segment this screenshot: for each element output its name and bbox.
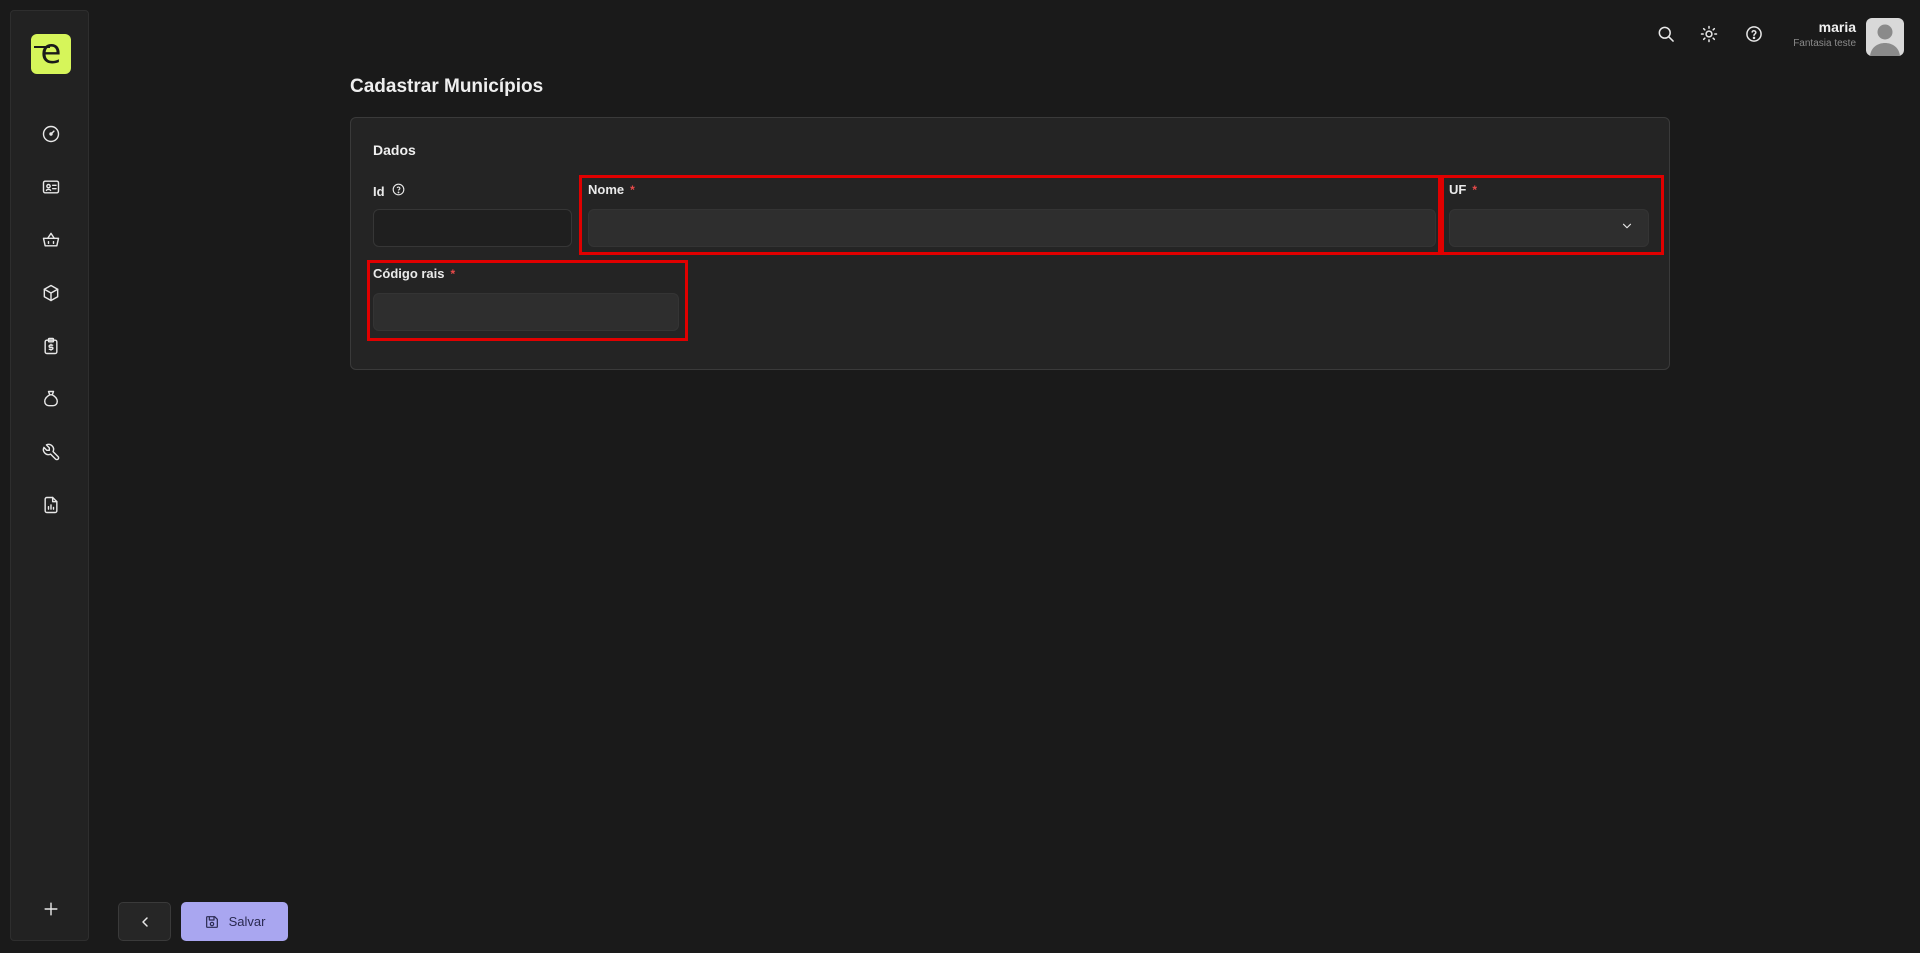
required-mark: *: [1472, 182, 1478, 197]
required-mark: *: [630, 182, 635, 197]
logo-bar: [34, 46, 50, 48]
id-label: Id: [373, 182, 406, 200]
sidebar-item-cadastros[interactable]: [37, 173, 65, 201]
help-button[interactable]: [1740, 20, 1768, 48]
add-button[interactable]: [37, 895, 65, 923]
help-icon: [1746, 26, 1762, 42]
sidebar-item-produtos[interactable]: [37, 279, 65, 307]
avatar-icon: [1870, 24, 1900, 56]
user-company: Fantasia teste: [1793, 38, 1856, 49]
theme-toggle-button[interactable]: [1695, 20, 1723, 48]
sidebar-item-vendas[interactable]: [37, 226, 65, 254]
sidebar: e: [10, 10, 89, 941]
search-button[interactable]: [1652, 20, 1680, 48]
report-icon: [44, 496, 58, 514]
sidebar-item-relatorios[interactable]: [37, 491, 65, 519]
sun-icon: [1700, 25, 1718, 43]
avatar[interactable]: [1866, 18, 1904, 56]
chevron-down-icon: [1620, 219, 1634, 238]
box-icon: [43, 284, 59, 302]
page-title: Cadastrar Municípios: [350, 76, 544, 97]
uf-select[interactable]: [1449, 209, 1649, 247]
clipboard-dollar-icon: [44, 337, 58, 355]
required-mark: *: [450, 266, 456, 281]
money-bag-icon: [44, 390, 58, 407]
nome-label-text: Nome: [588, 182, 625, 197]
save-button[interactable]: Salvar: [181, 902, 288, 941]
id-label-text: Id: [373, 183, 385, 199]
sidebar-item-caixa[interactable]: [37, 385, 65, 413]
section-title: Dados: [373, 142, 416, 158]
sidebar-item-financeiro[interactable]: [37, 332, 65, 360]
chevron-left-icon: [141, 916, 148, 927]
back-button[interactable]: [118, 902, 171, 941]
codigo-rais-label: Código rais *: [373, 266, 455, 281]
wrench-icon: [42, 443, 60, 461]
sidebar-item-dashboard[interactable]: [37, 120, 65, 148]
codigo-rais-field[interactable]: [373, 293, 679, 331]
nome-label: Nome *: [588, 182, 635, 197]
user-name: maria: [1818, 19, 1856, 35]
help-icon[interactable]: [391, 182, 406, 200]
user-info[interactable]: maria Fantasia teste: [1793, 19, 1856, 49]
form-card: Dados Id Nome * UF * Código rais *: [350, 117, 1670, 370]
uf-label: UF *: [1449, 182, 1477, 197]
gauge-icon: [42, 125, 60, 143]
save-button-label: Salvar: [228, 914, 266, 929]
id-field[interactable]: [373, 209, 572, 247]
basket-icon: [42, 232, 60, 247]
uf-label-text: UF: [1449, 182, 1467, 197]
nome-field[interactable]: [588, 209, 1436, 247]
id-card-icon: [42, 180, 60, 194]
plus-icon: [44, 902, 58, 916]
logo-letter: e: [40, 32, 62, 72]
app-logo[interactable]: e: [31, 34, 71, 74]
floppy-disk-icon: [205, 915, 218, 928]
sidebar-item-configuracoes[interactable]: [37, 438, 65, 466]
codigo-rais-label-text: Código rais: [373, 266, 445, 281]
search-icon: [1658, 26, 1674, 42]
